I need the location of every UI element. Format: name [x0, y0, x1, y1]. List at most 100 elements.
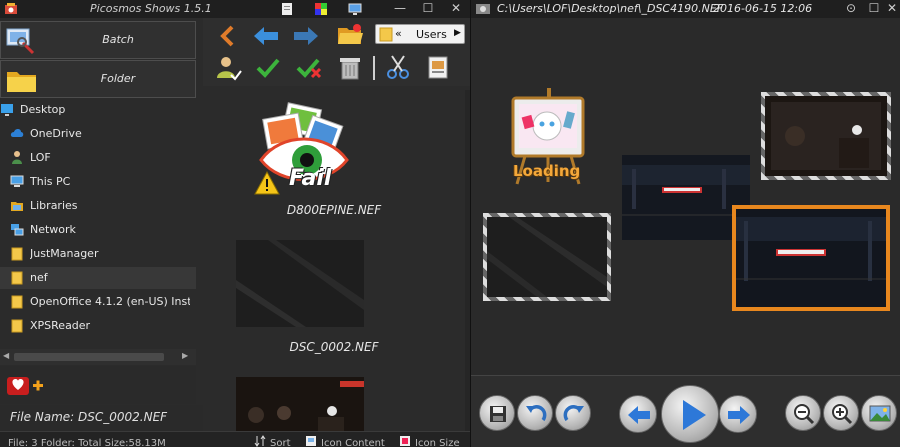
thumbnail-image [236, 377, 364, 431]
photo-frame[interactable] [622, 155, 750, 240]
viewer-titlebar: C:\Users\LOF\Desktop\nef\_DSC4190.NEF 20… [471, 0, 900, 18]
network-icon [11, 224, 24, 236]
next-arrow-icon[interactable] [292, 22, 320, 50]
sort-icon[interactable] [254, 435, 266, 447]
tree-item[interactable]: Network [0, 219, 196, 241]
rotate-left-icon [526, 405, 547, 422]
toolbar-separator [373, 56, 375, 80]
viewer-logo-icon [476, 4, 490, 14]
app-logo-icon [5, 3, 17, 14]
palette-icon[interactable] [314, 2, 328, 16]
zoom-in-button[interactable] [823, 395, 859, 431]
path-forward-icon[interactable]: ▶ [454, 28, 461, 38]
tree-item[interactable]: nef [0, 267, 196, 289]
thumbnail-item[interactable]: Fail D800EPINE.NEF [203, 90, 465, 230]
zoom-out-button[interactable] [785, 395, 821, 431]
path-value: Users [416, 28, 447, 41]
photo-frame[interactable] [483, 213, 611, 301]
monitor-icon[interactable] [348, 2, 362, 16]
folder-button[interactable]: Folder [0, 60, 196, 98]
back-chevron-icon[interactable] [214, 22, 242, 50]
cloud-icon [10, 129, 24, 137]
icon-content-button[interactable]: Icon Content [321, 438, 385, 447]
previous-button[interactable] [619, 395, 657, 433]
scroll-left-icon[interactable]: ◀ [3, 351, 9, 360]
thumbnail-caption: DSC_0002.NEF [289, 340, 379, 354]
status-files: File: 3 Folder: Total Size:58.13M [8, 438, 166, 447]
tree-item-label: nef [30, 271, 48, 284]
tree-item-label: OneDrive [30, 127, 82, 140]
thumbnail-list: Fail D800EPINE.NEF DSC_0002.NEF [203, 90, 465, 431]
check-icon[interactable] [254, 53, 282, 81]
tree-item[interactable]: LOF [0, 147, 196, 169]
path-back-icon[interactable]: « [395, 27, 402, 40]
tree-horizontal-scrollbar[interactable]: ◀ ▶ [0, 349, 196, 365]
tree-item-label: This PC [30, 175, 71, 188]
folder-label: Folder [100, 72, 136, 85]
tree-item[interactable]: This PC [0, 171, 196, 193]
next-button[interactable] [719, 395, 757, 433]
folder-icon [11, 271, 23, 285]
rotate-right-icon [563, 405, 584, 422]
tree-item[interactable]: OpenOffice 4.1.2 (en-US) Installa [0, 291, 196, 313]
add-favorite-icon[interactable] [6, 374, 44, 398]
trash-icon[interactable] [336, 53, 364, 81]
library-icon [11, 202, 23, 211]
viewer-date: 2016-06-15 12:06 [713, 2, 813, 15]
previous-arrow-icon[interactable] [252, 22, 280, 50]
viewer-file-path: C:\Users\LOF\Desktop\nef\_DSC4190.NEF [497, 2, 724, 15]
tree-item[interactable]: Desktop [0, 99, 196, 121]
redo-button[interactable] [555, 395, 591, 431]
thumbnail-item[interactable] [203, 377, 465, 431]
status-bar: File: 3 Folder: Total Size:58.13M Sort I… [0, 431, 470, 447]
photo-image [622, 155, 750, 240]
loading-text: Loading [513, 162, 581, 180]
icon-size-button[interactable]: Icon Size [415, 438, 460, 447]
computer-icon [10, 175, 24, 187]
scroll-right-icon[interactable]: ▶ [182, 351, 188, 360]
document-icon[interactable] [280, 2, 294, 16]
close-button[interactable]: ✕ [442, 0, 470, 18]
user-icon [12, 151, 22, 164]
viewer-close-button[interactable]: ✕ [883, 0, 900, 18]
viewer-window: C:\Users\LOF\Desktop\nef\_DSC4190.NEF 20… [470, 0, 900, 447]
batch-button[interactable]: Batch [0, 21, 196, 59]
minimize-button[interactable]: — [386, 0, 414, 18]
cut-icon[interactable] [384, 53, 412, 81]
path-box[interactable]: « Users ▶ [375, 24, 465, 44]
sort-button[interactable]: Sort [270, 438, 291, 447]
select-user-icon[interactable] [214, 53, 242, 81]
browser-window: Picosmos Shows 1.5.1 — ☐ ✕ Batch Folder … [0, 0, 470, 447]
tree-item-label: LOF [30, 151, 51, 164]
picture-icon [869, 405, 891, 422]
save-button[interactable] [479, 395, 515, 431]
zoom-out-icon [794, 404, 815, 425]
scrollbar-thumb[interactable] [14, 353, 164, 361]
tree-item[interactable]: OneDrive [0, 123, 196, 145]
selected-photo-frame[interactable] [732, 205, 890, 311]
tree-item[interactable]: Libraries [0, 195, 196, 217]
folder-icon [11, 319, 23, 333]
undo-button[interactable] [517, 395, 553, 431]
check-all-icon[interactable] [294, 53, 322, 81]
folder-icon [11, 295, 23, 309]
left-titlebar: Picosmos Shows 1.5.1 — ☐ ✕ [0, 0, 470, 18]
tree-item[interactable]: XPSReader [0, 315, 196, 337]
save-icon [490, 406, 506, 422]
tree-item-label: Network [30, 223, 76, 236]
paste-icon[interactable] [424, 53, 452, 81]
maximize-button[interactable]: ☐ [414, 0, 442, 18]
app-title: Picosmos Shows 1.5.1 [90, 2, 212, 15]
thumbnail-item[interactable]: DSC_0002.NEF [203, 240, 465, 360]
icon-content-icon[interactable] [305, 435, 317, 447]
viewer-maximize-button[interactable]: ☐ [865, 0, 883, 18]
fit-image-button[interactable] [861, 395, 897, 431]
tree-item[interactable]: JustManager [0, 243, 196, 265]
play-button[interactable] [661, 385, 719, 443]
pin-button[interactable]: ⊙ [841, 0, 861, 18]
photo-image [736, 209, 886, 307]
open-folder-icon[interactable] [336, 20, 364, 48]
icon-size-icon[interactable] [399, 435, 411, 447]
tree-item-label: XPSReader [30, 319, 91, 332]
photo-frame[interactable] [761, 92, 891, 180]
